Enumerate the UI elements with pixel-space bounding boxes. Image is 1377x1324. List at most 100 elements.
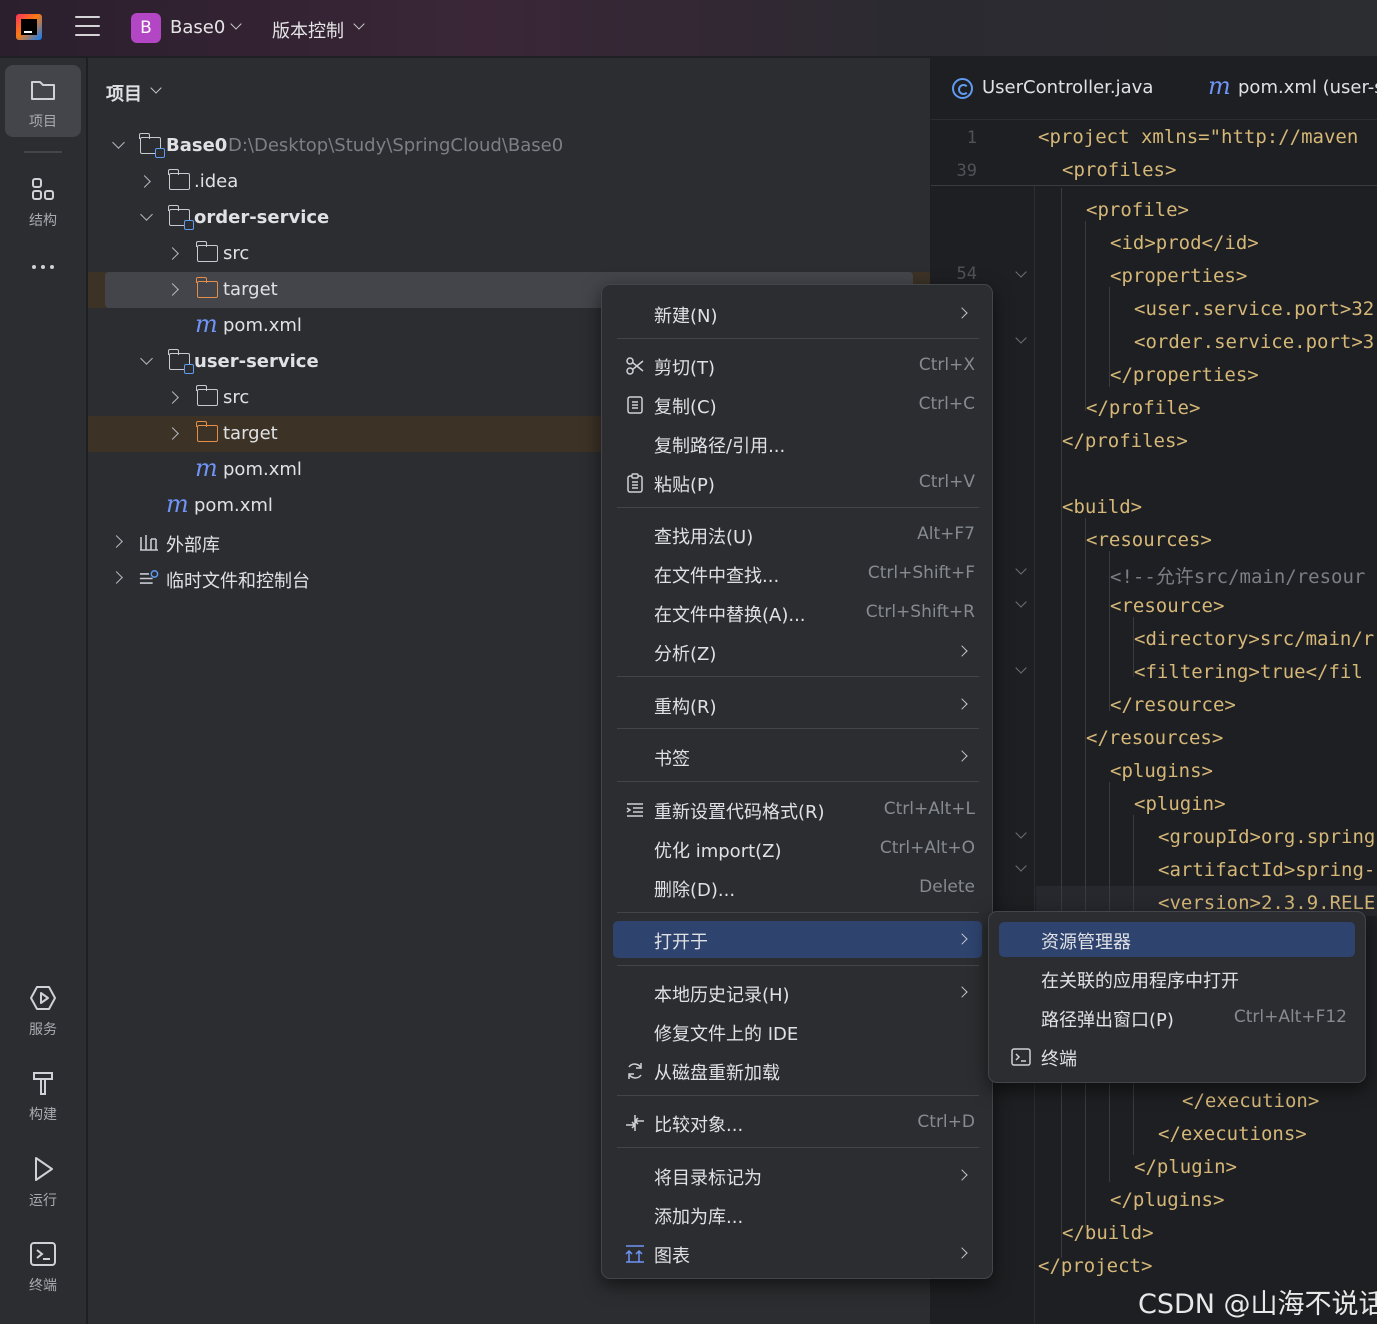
menu-item-compare-with[interactable]: 比较对象... Ctrl+D: [613, 1104, 982, 1141]
menu-item-reload-from-disk[interactable]: 从磁盘重新加载: [613, 1052, 982, 1089]
main-menu-icon[interactable]: [75, 16, 100, 38]
fold-icon[interactable]: [1015, 662, 1027, 674]
menu-item-bookmarks[interactable]: 书签: [613, 738, 982, 775]
code-line[interactable]: <user.service.port>32: [1134, 298, 1374, 320]
tree-node-idea[interactable]: .idea: [88, 164, 930, 200]
code-line[interactable]: </executions>: [1158, 1123, 1307, 1145]
menu-item-label: 分析(Z): [654, 644, 717, 665]
intellij-logo-icon[interactable]: [16, 14, 42, 40]
code-line[interactable]: <groupId>org.spring: [1158, 826, 1375, 848]
tree-label: src: [223, 387, 250, 408]
code-line[interactable]: </profile>: [1086, 397, 1200, 419]
fold-icon[interactable]: [1015, 563, 1027, 575]
chevron-right-icon[interactable]: [166, 391, 179, 404]
tree-node-order-service[interactable]: order-service: [88, 200, 930, 236]
tool-build[interactable]: 构建: [5, 1058, 81, 1130]
tool-run[interactable]: 运行: [5, 1144, 81, 1216]
code-line[interactable]: <artifactId>spring-: [1158, 859, 1375, 881]
menu-item-reformat-code[interactable]: 重新设置代码格式(R) Ctrl+Alt+L: [613, 791, 982, 828]
chevron-down-icon[interactable]: [353, 18, 365, 30]
menu-item-cut[interactable]: 剪切(T) Ctrl+X: [613, 347, 982, 384]
code-line[interactable]: </project>: [1038, 1255, 1152, 1277]
chevron-right-icon[interactable]: [110, 571, 123, 584]
menu-item-optimize-imports[interactable]: 优化 import(Z) Ctrl+Alt+O: [613, 830, 982, 867]
chevron-down-icon[interactable]: [230, 18, 242, 30]
code-line[interactable]: <id>prod</id>: [1110, 232, 1259, 254]
menu-item-copy[interactable]: 复制(C) Ctrl+C: [613, 386, 982, 423]
project-badge[interactable]: B: [131, 13, 161, 43]
fold-icon[interactable]: [1015, 827, 1027, 839]
code-line[interactable]: <resources>: [1086, 529, 1212, 551]
code-line[interactable]: </properties>: [1110, 364, 1259, 386]
menu-item-open-in[interactable]: 打开于: [613, 921, 982, 958]
code-line[interactable]: <directory>src/main/r: [1134, 628, 1374, 650]
code-line[interactable]: </plugin>: [1134, 1156, 1237, 1178]
menu-item-new[interactable]: 新建(N): [613, 295, 982, 332]
submenu-item-terminal[interactable]: 终端: [999, 1039, 1355, 1074]
submenu-item-path-popup[interactable]: 路径弹出窗口(P) Ctrl+Alt+F12: [999, 1000, 1355, 1035]
menu-item-mark-directory-as[interactable]: 将目录标记为: [613, 1157, 982, 1194]
code-line[interactable]: </profiles>: [1062, 430, 1188, 452]
code-line[interactable]: <plugins>: [1110, 760, 1213, 782]
menu-item-replace-in-files[interactable]: 在文件中替换(A)... Ctrl+Shift+R: [613, 594, 982, 631]
menu-item-repair-ide[interactable]: 修复文件上的 IDE: [613, 1013, 982, 1050]
submenu-item-explorer[interactable]: 资源管理器: [999, 922, 1355, 957]
menu-item-paste[interactable]: 粘贴(P) Ctrl+V: [613, 464, 982, 501]
menu-item-copy-path[interactable]: 复制路径/引用...: [613, 425, 982, 462]
tool-more[interactable]: [5, 248, 81, 288]
menu-item-diagrams[interactable]: 图表: [613, 1235, 982, 1272]
chevron-down-icon[interactable]: [112, 136, 125, 149]
vcs-menu[interactable]: 版本控制: [272, 17, 344, 43]
tool-structure[interactable]: 结构: [5, 164, 81, 236]
menu-item-find-usages[interactable]: 查找用法(U) Alt+F7: [613, 516, 982, 553]
tool-terminal[interactable]: 终端: [5, 1229, 81, 1301]
code-line[interactable]: <filtering>true</fil: [1134, 661, 1363, 683]
chevron-right-icon[interactable]: [166, 427, 179, 440]
reformat-icon: [626, 803, 643, 817]
code-line[interactable]: </resources>: [1086, 727, 1223, 749]
separator: [617, 1095, 979, 1096]
code-line[interactable]: </resource>: [1110, 694, 1236, 716]
tool-services[interactable]: 服务: [5, 973, 81, 1045]
tree-node-base0[interactable]: Base0 D:\Desktop\Study\SpringCloud\Base0: [88, 128, 930, 164]
chevron-right-icon[interactable]: [166, 283, 179, 296]
fold-icon[interactable]: [1015, 860, 1027, 872]
fold-icon[interactable]: [1015, 266, 1027, 278]
code-line[interactable]: <order.service.port>3: [1134, 331, 1374, 353]
separator: [617, 1147, 979, 1148]
code-comment[interactable]: <!--允许src/main/resour: [1110, 562, 1365, 589]
code-line[interactable]: </build>: [1062, 1222, 1154, 1244]
menu-item-refactor[interactable]: 重构(R): [613, 686, 982, 723]
menu-item-analyze[interactable]: 分析(Z): [613, 633, 982, 670]
code-line[interactable]: <properties>: [1110, 265, 1247, 287]
menu-item-local-history[interactable]: 本地历史记录(H): [613, 974, 982, 1011]
menu-item-delete[interactable]: 删除(D)... Delete: [613, 869, 982, 906]
code-line[interactable]: <profile>: [1086, 199, 1189, 221]
code-line[interactable]: </execution>: [1182, 1090, 1319, 1112]
fold-icon[interactable]: [1015, 332, 1027, 344]
code-line[interactable]: </plugins>: [1110, 1189, 1224, 1211]
code-line[interactable]: <build>: [1062, 496, 1142, 518]
chevron-right-icon[interactable]: [110, 535, 123, 548]
chevron-down-icon[interactable]: [150, 82, 162, 94]
run-icon: [35, 1157, 53, 1181]
code-line[interactable]: <project xmlns="http://maven: [1038, 126, 1358, 148]
terminal-icon: [30, 1242, 56, 1266]
title-bar: B Base0 版本控制: [0, 0, 1377, 57]
panel-title[interactable]: 项目: [106, 80, 142, 106]
chevron-right-icon[interactable]: [166, 247, 179, 260]
menu-item-add-as-library[interactable]: 添加为库...: [613, 1196, 982, 1233]
tool-project[interactable]: 项目: [5, 65, 81, 137]
tree-label: pom.xml: [223, 459, 302, 480]
submenu-item-associated-app[interactable]: 在关联的应用程序中打开: [999, 961, 1355, 996]
code-line[interactable]: <plugin>: [1134, 793, 1226, 815]
code-line[interactable]: <resource>: [1110, 595, 1224, 617]
code-line[interactable]: <profiles>: [1062, 159, 1176, 181]
chevron-down-icon[interactable]: [140, 208, 153, 221]
menu-item-find-in-files[interactable]: 在文件中查找... Ctrl+Shift+F: [613, 555, 982, 592]
chevron-right-icon[interactable]: [138, 175, 151, 188]
chevron-down-icon[interactable]: [140, 352, 153, 365]
fold-icon[interactable]: [1015, 596, 1027, 608]
tree-node-src[interactable]: src: [88, 236, 930, 272]
project-switcher[interactable]: Base0: [170, 17, 225, 38]
